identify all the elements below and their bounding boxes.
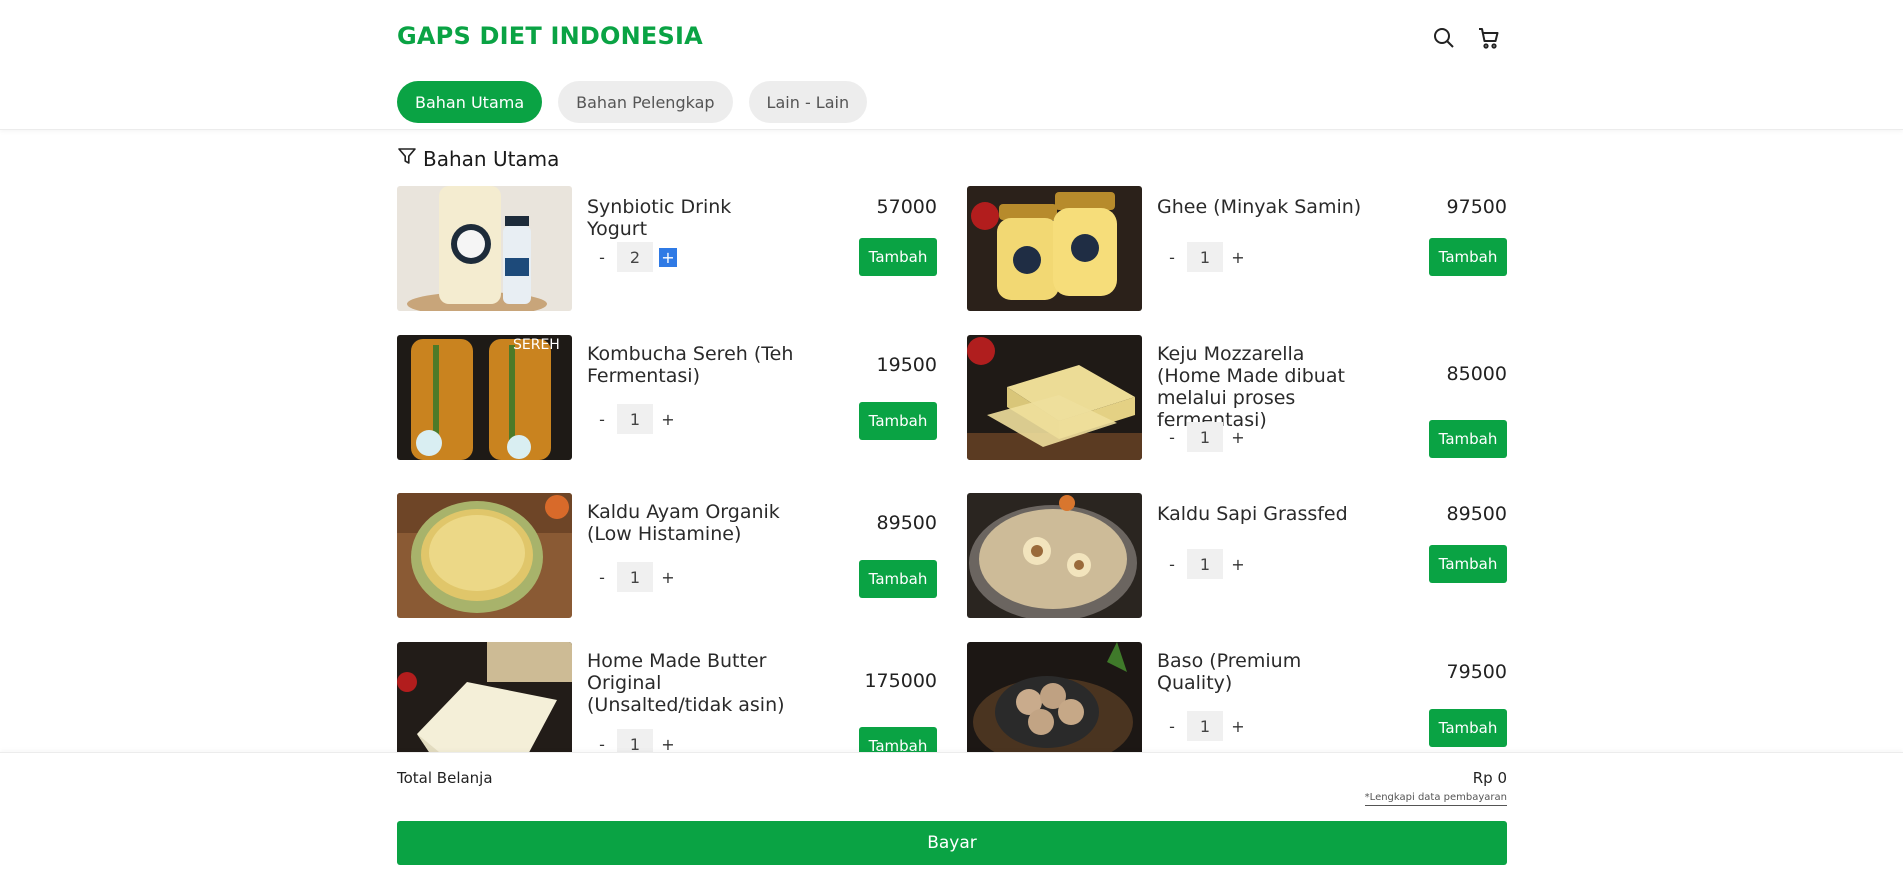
quantity-value[interactable]: 1 [1187,711,1223,741]
product-card: Kaldu Sapi Grassfed 89500 - 1 + Tambah [967,493,1507,618]
quantity-stepper: - 1 + [1157,242,1253,272]
product-name: Kaldu Sapi Grassfed [1157,503,1348,525]
product-price: 57000 [876,196,937,218]
product-grid: Synbiotic Drink Yogurt 57000 - 2 + Tamba… [397,186,1507,752]
product-image[interactable]: SEREH [397,335,572,460]
decrement-button[interactable]: - [1157,549,1187,579]
add-to-cart-button[interactable]: Tambah [1429,709,1507,747]
product-name: Kaldu Ayam Organik (Low Histamine) [587,501,780,545]
product-image[interactable] [397,186,572,311]
decrement-button[interactable]: - [587,242,617,272]
quantity-stepper: - 1 + [1157,711,1253,741]
total-value: Rp 0 [1472,769,1507,787]
add-to-cart-button[interactable]: Tambah [1429,238,1507,276]
svg-text:SEREH: SEREH [513,337,560,353]
quantity-value[interactable]: 1 [1187,549,1223,579]
add-to-cart-button[interactable]: Tambah [859,238,937,276]
increment-button[interactable]: + [1223,549,1253,579]
decrement-button[interactable]: - [1157,711,1187,741]
quantity-value[interactable]: 1 [617,404,653,434]
decrement-button[interactable]: - [587,729,617,753]
product-image[interactable] [967,642,1142,752]
payment-data-link[interactable]: *Lengkapi data pembayaran [1364,792,1507,806]
product-card: Kaldu Ayam Organik (Low Histamine) 89500… [397,493,937,618]
category-tabs: Bahan Utama Bahan Pelengkap Lain - Lain [397,81,868,123]
product-price: 89500 [876,512,937,534]
product-card: Home Made Butter Original (Unsalted/tida… [397,642,937,752]
product-card: SEREH Kombucha Sereh (Teh Fermentasi) 19… [397,335,937,460]
quantity-stepper: - 1 + [1157,422,1253,452]
increment-button[interactable]: + [653,242,683,272]
product-name: Ghee (Minyak Samin) [1157,196,1362,218]
filter-icon[interactable] [397,146,417,171]
product-card: Ghee (Minyak Samin) 97500 - 1 + Tambah [967,186,1507,311]
increment-button[interactable]: + [653,404,683,434]
quantity-value[interactable]: 1 [1187,422,1223,452]
product-image[interactable] [967,493,1142,618]
product-image[interactable] [397,642,572,752]
product-price: 97500 [1446,196,1507,218]
product-name: Kombucha Sereh (Teh Fermentasi) [587,343,794,387]
pay-button[interactable]: Bayar [397,821,1507,865]
cart-icon[interactable] [1477,26,1501,50]
quantity-stepper: - 1 + [1157,549,1253,579]
product-name: Synbiotic Drink Yogurt [587,196,732,240]
add-to-cart-button[interactable]: Tambah [1429,420,1507,458]
increment-button[interactable]: + [653,729,683,753]
product-name: Keju Mozzarella (Home Made dibuat melalu… [1157,343,1345,431]
decrement-button[interactable]: - [1157,242,1187,272]
search-icon[interactable] [1432,26,1456,50]
quantity-value[interactable]: 2 [617,242,653,272]
product-image[interactable] [967,335,1142,460]
quantity-stepper: - 2 + [587,242,683,272]
total-label: Total Belanja [397,769,493,787]
quantity-stepper: - 1 + [587,729,683,752]
product-name: Home Made Butter Original (Unsalted/tida… [587,650,785,716]
tab-bahan-utama[interactable]: Bahan Utama [397,81,543,123]
product-card: Baso (Premium Quality) 79500 - 1 + Tamba… [967,642,1507,752]
decrement-button[interactable]: - [587,404,617,434]
increment-button[interactable]: + [1223,422,1253,452]
tab-bahan-pelengkap[interactable]: Bahan Pelengkap [558,81,733,123]
add-to-cart-button[interactable]: Tambah [859,727,937,752]
product-price: 89500 [1446,503,1507,525]
increment-button[interactable]: + [1223,711,1253,741]
increment-button[interactable]: + [653,562,683,592]
product-price: 175000 [864,670,937,692]
quantity-stepper: - 1 + [587,404,683,434]
quantity-value[interactable]: 1 [617,562,653,592]
add-to-cart-button[interactable]: Tambah [859,402,937,440]
top-bar: GAPS DIET INDONESIA Bahan Utama Bahan Pe… [0,0,1903,130]
product-image[interactable] [967,186,1142,311]
quantity-value[interactable]: 1 [1187,242,1223,272]
product-price: 85000 [1446,363,1507,385]
decrement-button[interactable]: - [1157,422,1187,452]
section-title: Bahan Utama [423,146,560,171]
add-to-cart-button[interactable]: Tambah [859,560,937,598]
increment-button[interactable]: + [1223,242,1253,272]
decrement-button[interactable]: - [587,562,617,592]
tab-lain-lain[interactable]: Lain - Lain [748,81,868,123]
checkout-footer: Total Belanja Rp 0 *Lengkapi data pembay… [0,752,1903,880]
quantity-value[interactable]: 1 [617,729,653,752]
product-image[interactable] [397,493,572,618]
product-card: Synbiotic Drink Yogurt 57000 - 2 + Tamba… [397,186,937,311]
brand-logo[interactable]: GAPS DIET INDONESIA [397,22,703,50]
product-name: Baso (Premium Quality) [1157,650,1302,694]
product-price: 19500 [876,354,937,376]
quantity-stepper: - 1 + [587,562,683,592]
product-card: Keju Mozzarella (Home Made dibuat melalu… [967,335,1507,460]
section-heading: Bahan Utama [397,146,559,171]
add-to-cart-button[interactable]: Tambah [1429,545,1507,583]
product-price: 79500 [1446,661,1507,683]
